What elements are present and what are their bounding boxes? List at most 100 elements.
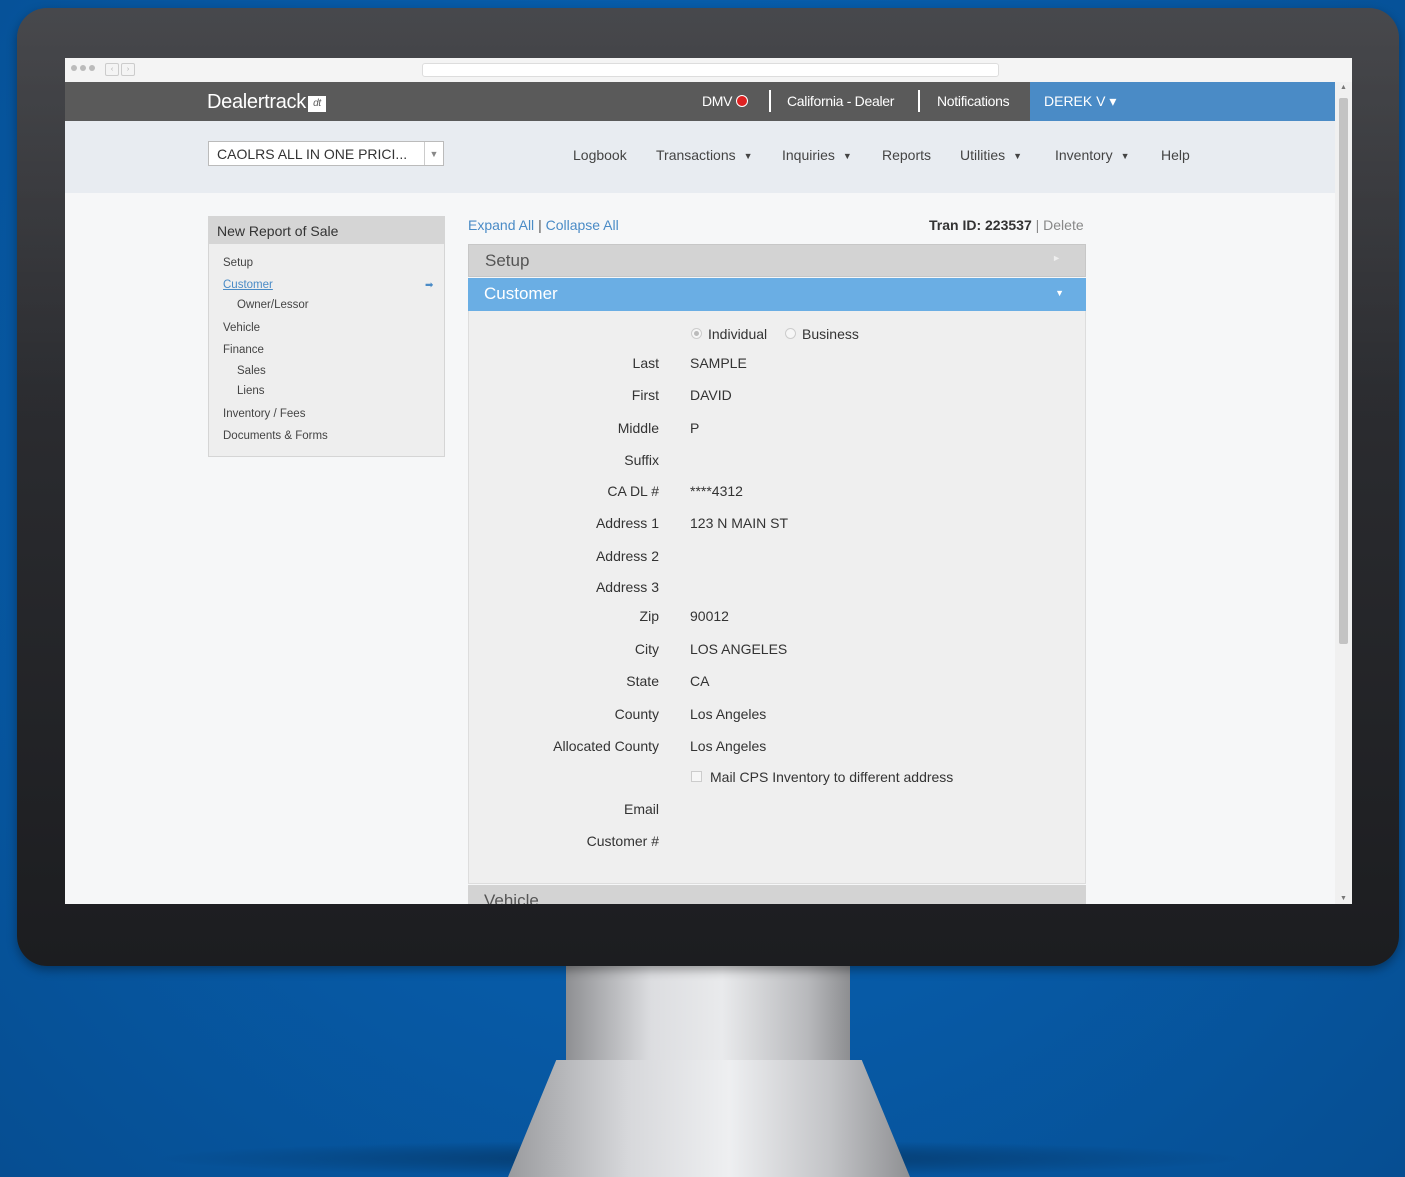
dealer-location-link[interactable]: California - Dealer <box>787 93 894 109</box>
caret-down-icon: ▼ <box>743 151 753 161</box>
field-label-last: Last <box>632 355 659 371</box>
monitor-stand-neck <box>566 966 850 1076</box>
window-controls[interactable] <box>71 65 95 71</box>
customer-form: Individual Business Last SAMPLE First DA… <box>468 311 1086 884</box>
dealertrack-logo[interactable]: Dealertrack dt <box>207 91 326 114</box>
user-menu-label: DEREK V ▾ <box>1044 93 1117 109</box>
sidebar-item-documents-forms[interactable]: Documents & Forms <box>223 430 328 442</box>
nav-item-label: Logbook <box>573 147 627 163</box>
section-title: Setup <box>485 251 530 270</box>
section-customer-header[interactable]: Customer ▼ <box>468 278 1086 311</box>
main-content: New Report of Sale Setup Customer ➡ Owne… <box>65 193 1335 904</box>
sidebar-item-finance[interactable]: Finance <box>223 344 264 356</box>
section-title: Customer <box>484 284 558 303</box>
address-bar[interactable] <box>422 63 999 77</box>
field-label-address-3: Address 3 <box>595 579 659 595</box>
main-nav: CAOLRS ALL IN ONE PRICI... ▼ Logbook Tra… <box>65 121 1335 193</box>
mail-address-checkbox[interactable] <box>691 771 702 782</box>
caret-down-icon: ▼ <box>1055 288 1064 298</box>
expand-collapse-links: Expand All | Collapse All <box>468 217 619 233</box>
collapse-all-link[interactable]: Collapse All <box>546 217 619 233</box>
sidebar-item-inventory-fees[interactable]: Inventory / Fees <box>223 408 305 420</box>
nav-inquiries[interactable]: Inquiries ▼ <box>782 147 852 163</box>
chevron-down-icon[interactable]: ▼ <box>424 142 443 165</box>
caret-down-icon: ▼ <box>1013 151 1023 161</box>
nav-item-label: Help <box>1161 147 1190 163</box>
nav-inventory[interactable]: Inventory ▼ <box>1055 147 1130 163</box>
browser-nav-buttons[interactable]: ‹ › <box>105 63 135 76</box>
logo-badge-icon: dt <box>307 96 326 112</box>
caret-right-icon: ► <box>1052 253 1061 263</box>
field-label-allocated-county: Allocated County <box>553 738 659 754</box>
nav-help[interactable]: Help <box>1161 147 1190 163</box>
nav-item-label: Utilities <box>960 147 1006 163</box>
sidebar-item-owner-lessor[interactable]: Owner/Lessor <box>237 299 309 311</box>
field-value-zip[interactable]: 90012 <box>690 608 729 624</box>
field-value-customer-number[interactable] <box>690 833 990 849</box>
delete-link[interactable]: Delete <box>1043 217 1083 233</box>
field-value-email[interactable] <box>690 801 990 817</box>
field-value-address-1[interactable]: 123 N MAIN ST <box>690 515 788 531</box>
notifications-link[interactable]: Notifications <box>937 93 1010 109</box>
field-label-address-1: Address 1 <box>595 515 659 531</box>
monitor-screen: ‹ › Dealertrack dt DMV California - Dealer… <box>65 58 1352 904</box>
app-header: Dealertrack dt DMV California - Dealer No… <box>65 82 1335 121</box>
nav-item-label: Inquiries <box>782 147 835 163</box>
scroll-thumb[interactable] <box>1339 98 1348 644</box>
section-vehicle-header[interactable]: Vehicle <box>468 885 1086 904</box>
nav-item-label: Transactions <box>656 147 736 163</box>
individual-label: Individual <box>708 326 768 342</box>
sidebar-item-sales[interactable]: Sales <box>237 365 266 377</box>
section-setup-header[interactable]: Setup ► <box>468 244 1086 277</box>
field-label-first: First <box>631 387 659 403</box>
mail-address-label: Mail CPS Inventory to different address <box>710 769 954 785</box>
scroll-down-icon[interactable]: ▼ <box>1339 895 1348 902</box>
expand-all-link[interactable]: Expand All <box>468 217 534 233</box>
individual-radio[interactable] <box>691 328 702 339</box>
nav-logbook[interactable]: Logbook <box>573 147 627 163</box>
nav-utilities[interactable]: Utilities ▼ <box>960 147 1022 163</box>
field-value-state[interactable]: CA <box>690 673 709 689</box>
field-label-email: Email <box>623 801 659 817</box>
user-menu[interactable]: DEREK V ▾ <box>1030 82 1335 121</box>
dealer-select[interactable]: CAOLRS ALL IN ONE PRICI... ▼ <box>208 141 444 166</box>
transaction-info: Tran ID: 223537 | Delete <box>929 217 1084 233</box>
sidebar-item-customer[interactable]: Customer <box>223 279 273 291</box>
browser-chrome: ‹ › <box>65 58 1352 83</box>
field-label-ca-dl: CA DL # <box>607 483 659 499</box>
field-label-state: State <box>626 673 659 689</box>
nav-transactions[interactable]: Transactions ▼ <box>656 147 753 163</box>
scroll-up-icon[interactable]: ▲ <box>1339 84 1348 91</box>
dmv-label: DMV <box>702 93 733 109</box>
caret-down-icon: ▼ <box>842 151 852 161</box>
sidebar-item-liens[interactable]: Liens <box>237 385 265 397</box>
business-label: Business <box>802 326 859 342</box>
caret-down-icon: ▼ <box>1120 151 1130 161</box>
field-value-county[interactable]: Los Angeles <box>690 706 766 722</box>
field-value-middle[interactable]: P <box>690 420 699 436</box>
current-step-arrow-icon: ➡ <box>425 280 434 291</box>
forward-icon[interactable]: › <box>121 63 135 76</box>
mail-address-option: Mail CPS Inventory to different address <box>691 769 953 785</box>
field-value-ca-dl[interactable]: ****4312 <box>690 483 743 499</box>
nav-reports[interactable]: Reports <box>882 147 931 163</box>
dmv-status[interactable]: DMV <box>702 93 749 109</box>
dealer-select-value: CAOLRS ALL IN ONE PRICI... <box>217 146 408 162</box>
link-separator: | <box>538 217 542 233</box>
sidebar-item-setup[interactable]: Setup <box>223 257 253 269</box>
field-value-first[interactable]: DAVID <box>690 387 732 403</box>
sidebar-item-vehicle[interactable]: Vehicle <box>223 322 260 334</box>
header-divider <box>769 90 771 112</box>
field-value-city[interactable]: LOS ANGELES <box>690 641 787 657</box>
field-label-county: County <box>614 706 659 722</box>
field-value-allocated-county[interactable]: Los Angeles <box>690 738 766 754</box>
field-value-last[interactable]: SAMPLE <box>690 355 747 371</box>
nav-item-label: Reports <box>882 147 932 163</box>
back-icon[interactable]: ‹ <box>105 63 119 76</box>
field-label-customer-number: Customer # <box>586 833 659 849</box>
field-label-city: City <box>634 641 659 657</box>
page-scrollbar[interactable]: ▲ ▼ <box>1335 82 1352 904</box>
business-radio[interactable] <box>785 328 797 339</box>
logo-text: Dealertrack <box>207 91 306 113</box>
report-sidebar: New Report of Sale Setup Customer ➡ Owne… <box>208 216 445 457</box>
